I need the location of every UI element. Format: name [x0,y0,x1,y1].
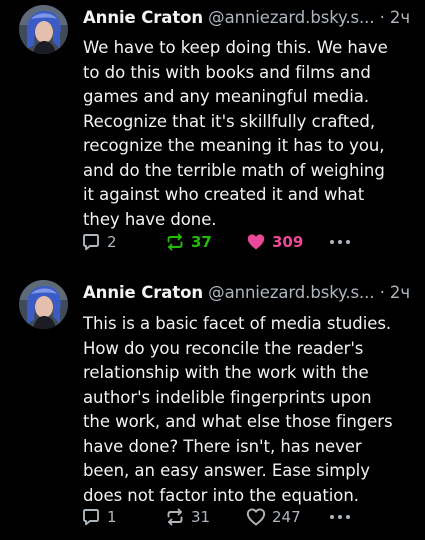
post[interactable]: Annie Craton @anniezard.bsky.s... · 2ч T… [0,272,425,540]
reply-button[interactable]: 1 [81,506,117,528]
separator-dot: · [379,8,385,27]
post-header: Annie Craton @anniezard.bsky.s... · 2ч [83,7,423,29]
post-text-line: it against who created it and what [83,185,365,204]
more-icon [329,239,351,245]
post-text-line: author's indelible fingerprints upon [83,387,372,407]
reply-button[interactable]: 2 [81,231,117,253]
more-options-button[interactable] [329,506,351,528]
author-handle[interactable]: @anniezard.bsky.s... [208,283,374,302]
post-text-line: games and any meaningful media. [83,87,370,106]
post-text-line: the work, and what else those fingers [83,412,393,431]
like-count: 309 [272,233,304,251]
heart-outline-icon [246,507,266,527]
like-count: 247 [272,508,301,526]
post-text-line: been, an easy answer. Ease simply [83,461,370,480]
post-text-line: We have to keep doing this. We have [83,38,388,57]
post-text-line: to do this with books and films and [83,62,371,82]
author-handle[interactable]: @anniezard.bsky.s... [208,8,374,27]
post-text-line: Recognize that it's skillfully crafted, [83,111,376,131]
more-icon [329,514,351,520]
repost-count: 31 [191,508,211,526]
like-button[interactable]: 247 [246,506,301,528]
reply-icon [81,507,101,527]
post-actions: 2 37 309 [81,231,371,253]
post-header: Annie Craton @anniezard.bsky.s... · 2ч [83,282,423,304]
post-text: This is a basic facet of media studies. … [83,312,418,508]
avatar[interactable] [19,280,68,329]
author-name[interactable]: Annie Craton [83,283,203,302]
avatar[interactable] [19,5,68,54]
repost-icon [165,507,185,527]
post-text-line: they have done. [83,209,217,229]
post-text-line: does not factor into the equation. [83,485,359,505]
post-text-line: and do the terrible math of weighing [83,160,385,180]
post-time[interactable]: 2ч [390,8,410,27]
like-button[interactable]: 309 [246,231,303,253]
post-actions: 1 31 247 [81,506,371,528]
heart-filled-icon [246,232,266,252]
repost-icon [165,232,185,252]
separator-dot: · [379,283,385,302]
post-text: We have to keep doing this. We have to d… [83,36,418,232]
more-options-button[interactable] [329,231,351,253]
post-text-line: This is a basic facet of media studies. [83,314,392,333]
reply-count: 1 [107,508,117,526]
author-name[interactable]: Annie Craton [83,8,203,27]
post-text-line: How do you reconcile the reader's [83,338,364,358]
post-text-line: relationship with the work with the [83,363,369,382]
post[interactable]: Annie Craton @anniezard.bsky.s... · 2ч W… [0,0,425,268]
repost-button[interactable]: 37 [165,231,212,253]
post-time[interactable]: 2ч [390,283,410,302]
post-text-line: have done? There isn't, has never [83,436,362,456]
repost-button[interactable]: 31 [165,506,210,528]
post-text-line: recognize the meaning it has to you, [83,136,385,155]
repost-count: 37 [191,233,212,251]
reply-count: 2 [107,233,117,251]
reply-icon [81,232,101,252]
